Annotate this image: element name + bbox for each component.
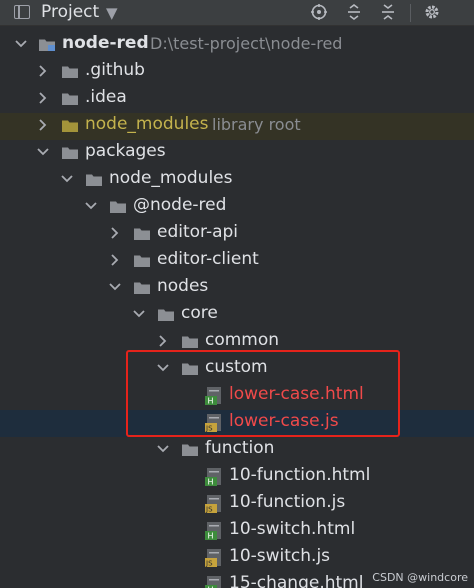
locate-icon[interactable]: [308, 1, 330, 23]
library-root-suffix: library root: [212, 115, 301, 134]
tree-row-github[interactable]: .github: [0, 59, 474, 86]
chevron-right-icon[interactable]: [36, 64, 50, 78]
folder-icon: [157, 307, 175, 322]
tree-row-10-function-js[interactable]: JS 10-function.js: [0, 491, 474, 518]
folder-icon: [133, 280, 151, 295]
project-toolbar: Project ▼: [0, 0, 474, 26]
tree-label-node-red-scope: @node-red: [133, 195, 227, 215]
tree-row-function[interactable]: function: [0, 437, 474, 464]
tree-label-idea: .idea: [85, 87, 127, 107]
tree-label-node-red: node-red: [62, 33, 149, 53]
watermark: CSDN @windcore: [372, 571, 468, 584]
folder-icon: [109, 199, 127, 214]
library-folder-icon: [62, 120, 78, 132]
settings-icon[interactable]: [421, 1, 443, 23]
tree-label-editor-api: editor-api: [157, 222, 239, 242]
svg-text:JS: JS: [205, 560, 213, 568]
tree-label-github: .github: [85, 60, 145, 80]
root-path: D:\test-project\node-red: [150, 34, 343, 53]
chevron-right-icon[interactable]: [36, 118, 50, 132]
html-file-icon: H: [205, 468, 221, 487]
tree-label-10-switch-js: 10-switch.js: [229, 546, 331, 566]
svg-text:JS: JS: [205, 506, 213, 514]
tree-label-node-modules-root: node_modules: [85, 114, 209, 134]
folder-icon: [61, 145, 79, 160]
html-file-icon: H: [205, 522, 221, 541]
tree-label-10-switch-html: 10-switch.html: [229, 519, 356, 539]
chevron-right-icon[interactable]: [108, 226, 122, 240]
svg-text:JS: JS: [205, 425, 213, 433]
tree-row-editor-api[interactable]: editor-api: [0, 221, 474, 248]
folder-icon: [181, 442, 199, 457]
toolbar-separator: [410, 4, 411, 22]
tree-label-common: common: [205, 330, 280, 350]
html-file-icon: H: [205, 387, 221, 406]
folder-icon: [85, 172, 103, 187]
dropdown-caret-icon[interactable]: ▼: [106, 4, 118, 22]
tree-row-10-switch-html[interactable]: H 10-switch.html: [0, 518, 474, 545]
tree-label-node-modules: node_modules: [109, 168, 233, 188]
js-file-icon: JS: [205, 414, 221, 433]
chevron-down-icon[interactable]: [156, 361, 170, 375]
chevron-right-icon[interactable]: [156, 334, 170, 348]
tree-label-15-change-html: 15-change.html: [229, 573, 364, 588]
tree-label-function: function: [205, 438, 275, 458]
tree-row-node-modules[interactable]: node_modules: [0, 167, 474, 194]
svg-text:H: H: [208, 478, 214, 487]
chevron-down-icon[interactable]: [36, 145, 50, 159]
tree-row-node-red-scope[interactable]: @node-red: [0, 194, 474, 221]
chevron-right-icon[interactable]: [36, 91, 50, 105]
tree-row-10-switch-js[interactable]: JS 10-switch.js: [0, 545, 474, 572]
folder-icon: [61, 64, 79, 79]
tree-row-10-function-html[interactable]: H 10-function.html: [0, 464, 474, 491]
folder-icon: [61, 91, 79, 106]
tree-row-packages[interactable]: packages: [0, 140, 474, 167]
folder-icon: [133, 253, 151, 268]
view-mode-icon[interactable]: [14, 5, 30, 19]
chevron-down-icon[interactable]: [14, 37, 28, 51]
svg-text:H: H: [208, 397, 214, 406]
js-file-icon: JS: [205, 495, 221, 514]
tree-label-lower-case-js: lower-case.js: [229, 411, 339, 431]
tree-row-lower-case-html[interactable]: H lower-case.html: [0, 383, 474, 410]
tree-row-lower-case-js[interactable]: JS lower-case.js: [0, 410, 474, 437]
tree-row-common[interactable]: common: [0, 329, 474, 356]
tree-row-custom[interactable]: custom: [0, 356, 474, 383]
expand-all-icon[interactable]: [343, 1, 365, 23]
chevron-down-icon[interactable]: [108, 280, 122, 294]
tree-row-idea[interactable]: .idea: [0, 86, 474, 113]
tree-row-core[interactable]: core: [0, 302, 474, 329]
collapse-all-icon[interactable]: [377, 1, 399, 23]
chevron-down-icon[interactable]: [60, 172, 74, 186]
tree-label-core: core: [181, 303, 218, 323]
project-tree: node-red D:\test-project\node-red .githu…: [0, 30, 474, 588]
chevron-down-icon[interactable]: [156, 442, 170, 456]
tree-label-10-function-html: 10-function.html: [229, 465, 371, 485]
chevron-down-icon[interactable]: [84, 199, 98, 213]
chevron-down-icon[interactable]: [132, 307, 146, 321]
js-file-icon: JS: [205, 549, 221, 568]
folder-icon: [181, 361, 199, 376]
chevron-right-icon[interactable]: [108, 253, 122, 267]
tree-row-editor-client[interactable]: editor-client: [0, 248, 474, 275]
tree-label-editor-client: editor-client: [157, 249, 259, 269]
tree-row-node-modules-library-root[interactable]: node_modules library root: [0, 113, 474, 140]
tree-label-lower-case-html: lower-case.html: [229, 384, 364, 404]
tree-label-packages: packages: [85, 141, 166, 161]
folder-icon: [133, 226, 151, 241]
module-folder-icon: [38, 37, 55, 51]
svg-text:H: H: [208, 532, 214, 541]
tree-row-nodes[interactable]: nodes: [0, 275, 474, 302]
tree-label-nodes: nodes: [157, 276, 209, 296]
project-view-title[interactable]: Project: [41, 2, 99, 22]
tree-row-node-red[interactable]: node-red D:\test-project\node-red: [0, 32, 474, 59]
tree-label-custom: custom: [205, 357, 268, 377]
tree-label-10-function-js: 10-function.js: [229, 492, 346, 512]
folder-icon: [181, 334, 199, 349]
html-file-icon: H: [205, 576, 221, 588]
